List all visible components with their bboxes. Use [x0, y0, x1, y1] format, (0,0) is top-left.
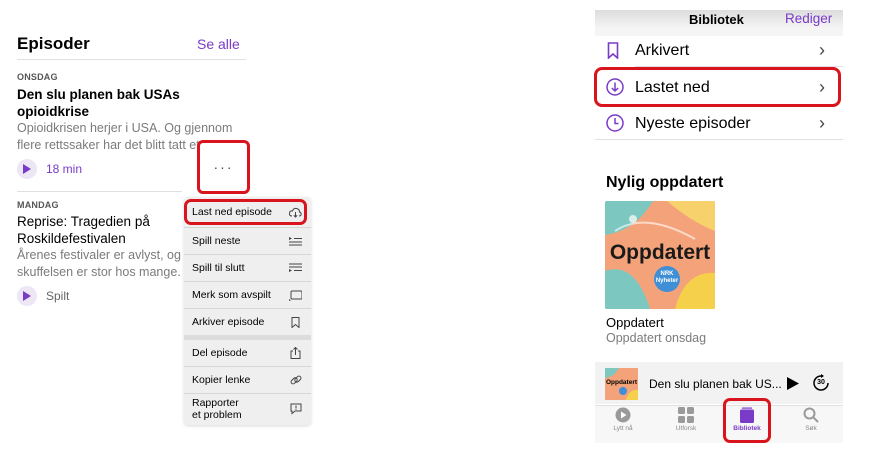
ellipsis-icon: ···: [213, 159, 234, 175]
menu-item-report[interactable]: Rapporter et problem: [184, 394, 311, 424]
recently-updated-title: Nylig oppdatert: [606, 174, 724, 191]
badge-top: NRK: [660, 271, 674, 277]
podcast-artwork[interactable]: Oppdatert NRK Nyheter: [605, 201, 715, 309]
row-label: Arkivert: [635, 42, 690, 59]
library-row-latest[interactable]: Nyeste episoder ›: [595, 108, 843, 138]
divider: [17, 59, 246, 60]
library-tab-highlight: [723, 398, 771, 443]
divider: [17, 191, 182, 192]
menu-item-play-next[interactable]: Spill neste: [184, 228, 311, 254]
mini-player-title: Den slu planen bak US...: [649, 377, 782, 391]
menu-item-label: Kopier lenke: [192, 374, 251, 386]
play-icon[interactable]: [787, 377, 799, 395]
menu-item-archive[interactable]: Arkiver episode: [184, 309, 311, 335]
page-title: Bibliotek: [689, 12, 744, 27]
skip-seconds: 30: [817, 379, 825, 386]
episode-item[interactable]: MANDAG Reprise: Tragedien på Roskildefes…: [17, 200, 185, 285]
context-menu: Last ned episode Spill neste Spill til s…: [184, 197, 311, 425]
row-label: Nyeste episoder: [635, 115, 751, 132]
badge-bottom: Nyheter: [655, 278, 679, 284]
nrk-badge: NRK Nyheter: [654, 271, 680, 285]
search-icon: [803, 407, 819, 423]
play-icon: [23, 164, 31, 174]
episode-description-cont: skuffelsen er stor hos mange.: [17, 265, 181, 279]
tab-search[interactable]: Søk: [788, 407, 834, 432]
menu-item-label: Rapporter et problem: [192, 397, 242, 421]
clock-icon: [606, 114, 624, 137]
menu-item-label: Spill til slutt: [192, 262, 245, 274]
mini-player-artwork: Oppdatert: [605, 368, 638, 400]
episode-day: MANDAG: [17, 200, 59, 210]
play-icon: [23, 291, 31, 301]
play-button[interactable]: [17, 286, 37, 306]
chevron-right-icon: ›: [819, 113, 825, 133]
episode-description: Årenes festivaler er avlyst, og: [17, 248, 181, 262]
menu-item-mark-played[interactable]: Merk som avspilt: [184, 282, 311, 308]
play-next-icon: [289, 235, 302, 247]
library-row-archived[interactable]: Arkivert ›: [595, 36, 843, 66]
menu-item-label: Arkiver episode: [192, 316, 265, 328]
menu-item-copy-link[interactable]: Kopier lenke: [184, 367, 311, 393]
skip-forward-icon[interactable]: 30: [812, 374, 830, 392]
play-circle-icon: [615, 407, 631, 423]
play-last-icon: [289, 262, 302, 274]
episode-title: Reprise: Tragedien på: [17, 214, 150, 229]
more-options-button[interactable]: ···: [197, 140, 250, 194]
tab-label: Søk: [805, 425, 817, 432]
download-highlight: [184, 199, 307, 225]
menu-item-label: Del episode: [192, 347, 248, 359]
podcast-subtitle: Oppdatert onsdag: [606, 331, 707, 345]
tab-label: Utforsk: [675, 425, 697, 432]
bookmark-icon: [289, 316, 302, 328]
downloaded-highlight: [594, 67, 841, 107]
episodes-title: Episoder: [17, 34, 90, 53]
episode-status: Spilt: [46, 289, 70, 303]
see-all-link[interactable]: Se alle: [197, 36, 240, 52]
episode-title-cont: Roskildefestivalen: [17, 231, 126, 246]
podcast-name: Oppdatert: [606, 315, 664, 330]
tab-label: Lytt nå: [613, 425, 633, 432]
episode-title: Den slu planen bak USAs: [17, 87, 180, 102]
mini-art-word: Oppdatert: [605, 379, 638, 386]
episode-duration: 18 min: [46, 162, 83, 176]
tab-listen-now[interactable]: Lytt nå: [600, 407, 646, 432]
mark-played-icon: [289, 289, 302, 301]
divider: [595, 139, 843, 140]
episode-title-cont: opioidkrise: [17, 104, 90, 119]
share-icon: [289, 347, 302, 359]
menu-item-label: Spill neste: [192, 235, 241, 247]
bookmark-icon: [607, 42, 619, 64]
artwork-title: Oppdatert: [609, 241, 711, 264]
episode-description: Opioidkrisen herjer i USA. Og gjennom: [17, 121, 233, 135]
menu-item-play-last[interactable]: Spill til slutt: [184, 255, 311, 281]
tab-browse[interactable]: Utforsk: [663, 407, 709, 432]
report-icon: [289, 403, 302, 415]
episode-day: ONSDAG: [17, 72, 58, 82]
edit-button[interactable]: Rediger: [785, 11, 832, 26]
menu-item-share[interactable]: Del episode: [184, 340, 311, 366]
chevron-right-icon: ›: [819, 40, 825, 60]
link-icon: [289, 374, 302, 386]
menu-item-label: Merk som avspilt: [192, 289, 271, 301]
play-button[interactable]: [17, 159, 37, 179]
grid-icon: [678, 407, 694, 423]
